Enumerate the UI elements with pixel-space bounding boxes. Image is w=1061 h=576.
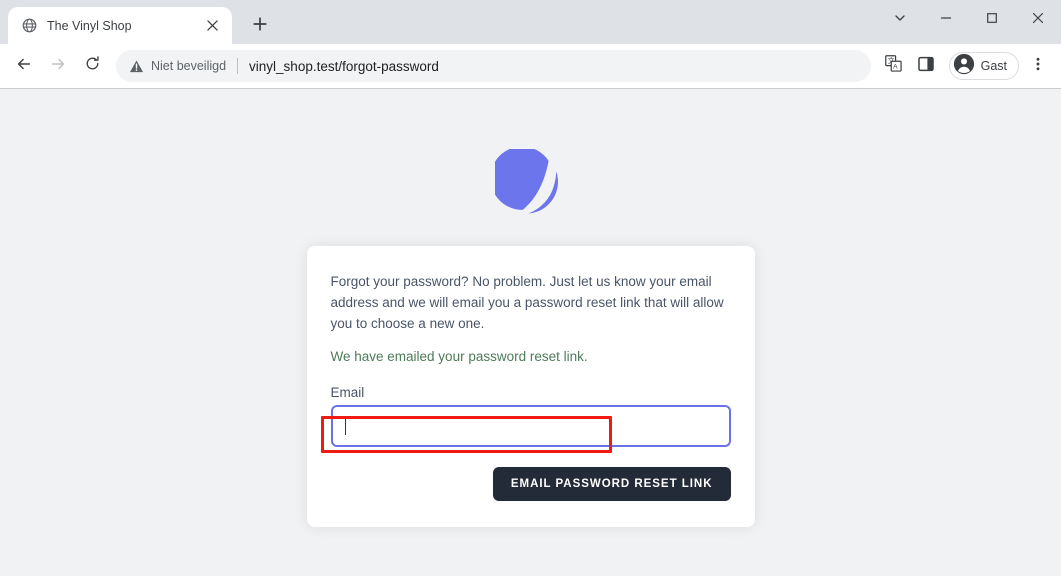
globe-icon (21, 18, 37, 34)
email-input[interactable] (330, 405, 731, 447)
url-text: vinyl_shop.test/forgot-password (249, 58, 439, 74)
maximize-button[interactable] (969, 0, 1015, 40)
maximize-icon (986, 11, 998, 29)
profile-button[interactable]: Gast (948, 52, 1019, 80)
side-panel-button[interactable] (911, 51, 941, 81)
tab-title: The Vinyl Shop (47, 18, 132, 33)
browser-toolbar: Niet beveiligd vinyl_shop.test/forgot-pa… (0, 44, 1061, 88)
tab-strip: The Vinyl Shop (0, 0, 1061, 44)
page-viewport: Forgot your password? No problem. Just l… (0, 88, 1061, 576)
reload-icon (84, 55, 101, 77)
svg-text:A: A (893, 64, 898, 71)
application-mark-logo (489, 146, 567, 221)
side-panel-icon (917, 56, 934, 77)
new-tab-button[interactable] (246, 12, 274, 40)
address-bar[interactable]: Niet beveiligd vinyl_shop.test/forgot-pa… (116, 50, 871, 82)
tab-search-button[interactable] (877, 0, 923, 40)
success-message: We have emailed your password reset link… (330, 349, 588, 364)
minimize-icon (940, 11, 952, 29)
arrow-right-icon (49, 55, 67, 78)
back-button[interactable] (8, 50, 40, 82)
browser-menu-button[interactable] (1023, 51, 1053, 81)
forward-button (42, 50, 74, 82)
chevron-down-icon (894, 11, 906, 29)
three-dots-vertical-icon (1030, 56, 1046, 77)
translate-button[interactable]: 文 A (879, 51, 909, 81)
security-status-label: Niet beveiligd (151, 59, 227, 73)
close-window-button[interactable] (1015, 0, 1061, 40)
text-cursor (344, 416, 346, 435)
profile-name-label: Gast (980, 59, 1007, 73)
plus-icon (253, 16, 267, 36)
intro-text: Forgot your password? No problem. Just l… (330, 274, 724, 331)
minimize-button[interactable] (923, 0, 969, 40)
forgot-password-card: Forgot your password? No problem. Just l… (306, 246, 755, 527)
close-icon (1032, 11, 1044, 29)
warning-triangle-icon[interactable] (128, 58, 144, 74)
browser-window: The Vinyl Shop Niet beveiligd vinyl_shop… (0, 0, 1061, 576)
account-circle-icon (953, 53, 975, 80)
close-icon[interactable] (202, 16, 222, 36)
email-password-reset-link-button[interactable]: Email Password Reset Link (492, 467, 731, 501)
omnibox-divider (237, 58, 239, 74)
arrow-left-icon (15, 55, 33, 78)
card-actions: Email Password Reset Link (331, 467, 731, 501)
reload-button[interactable] (76, 50, 108, 82)
browser-tab[interactable]: The Vinyl Shop (8, 7, 232, 44)
window-controls (877, 0, 1061, 40)
email-input-wrapper (330, 405, 731, 447)
email-label: Email (330, 385, 365, 400)
translate-icon: 文 A (885, 55, 902, 77)
